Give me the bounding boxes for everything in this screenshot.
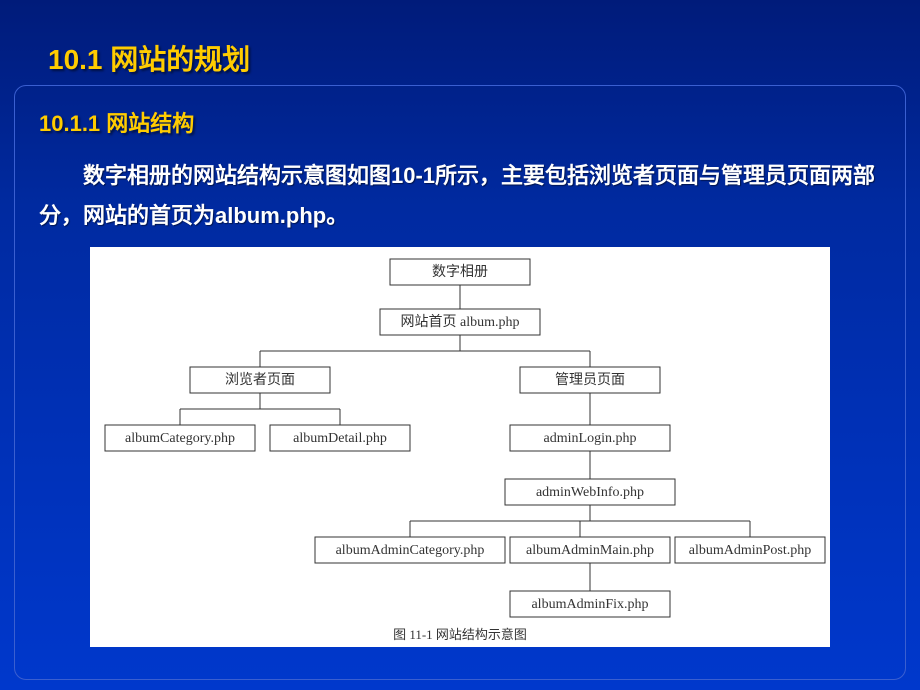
section-heading: 10.1 网站的规划 <box>48 38 250 78</box>
subsection-heading: 10.1.1 网站结构 <box>39 106 881 138</box>
node-albumCategory-label: albumCategory.php <box>125 431 235 446</box>
node-viewer-label: 浏览者页面 <box>225 372 295 388</box>
diagram-container: 数字相册 网站首页 album.php 浏览者页面 管理员页面 albumCat… <box>90 247 830 647</box>
body-paragraph: 数字相册的网站结构示意图如图10-1所示，主要包括浏览者页面与管理员页面两部分，… <box>39 156 881 235</box>
node-albumAdminCategory-label: albumAdminCategory.php <box>336 543 485 558</box>
content-panel: 10.1.1 网站结构 数字相册的网站结构示意图如图10-1所示，主要包括浏览者… <box>14 85 906 680</box>
node-albumAdminPost-label: albumAdminPost.php <box>689 543 812 558</box>
structure-diagram: 数字相册 网站首页 album.php 浏览者页面 管理员页面 albumCat… <box>90 247 830 647</box>
node-root-label: 数字相册 <box>432 264 488 280</box>
node-albumAdminMain-label: albumAdminMain.php <box>526 543 654 558</box>
node-adminWebInfo-label: adminWebInfo.php <box>536 485 644 500</box>
node-albumAdminFix-label: albumAdminFix.php <box>531 597 648 612</box>
diagram-caption: 图 11-1 网站结构示意图 <box>393 627 527 642</box>
node-adminLogin-label: adminLogin.php <box>544 431 637 446</box>
node-admin-label: 管理员页面 <box>555 372 625 388</box>
node-albumDetail-label: albumDetail.php <box>293 431 387 446</box>
node-homepage-label: 网站首页 album.php <box>401 314 520 330</box>
